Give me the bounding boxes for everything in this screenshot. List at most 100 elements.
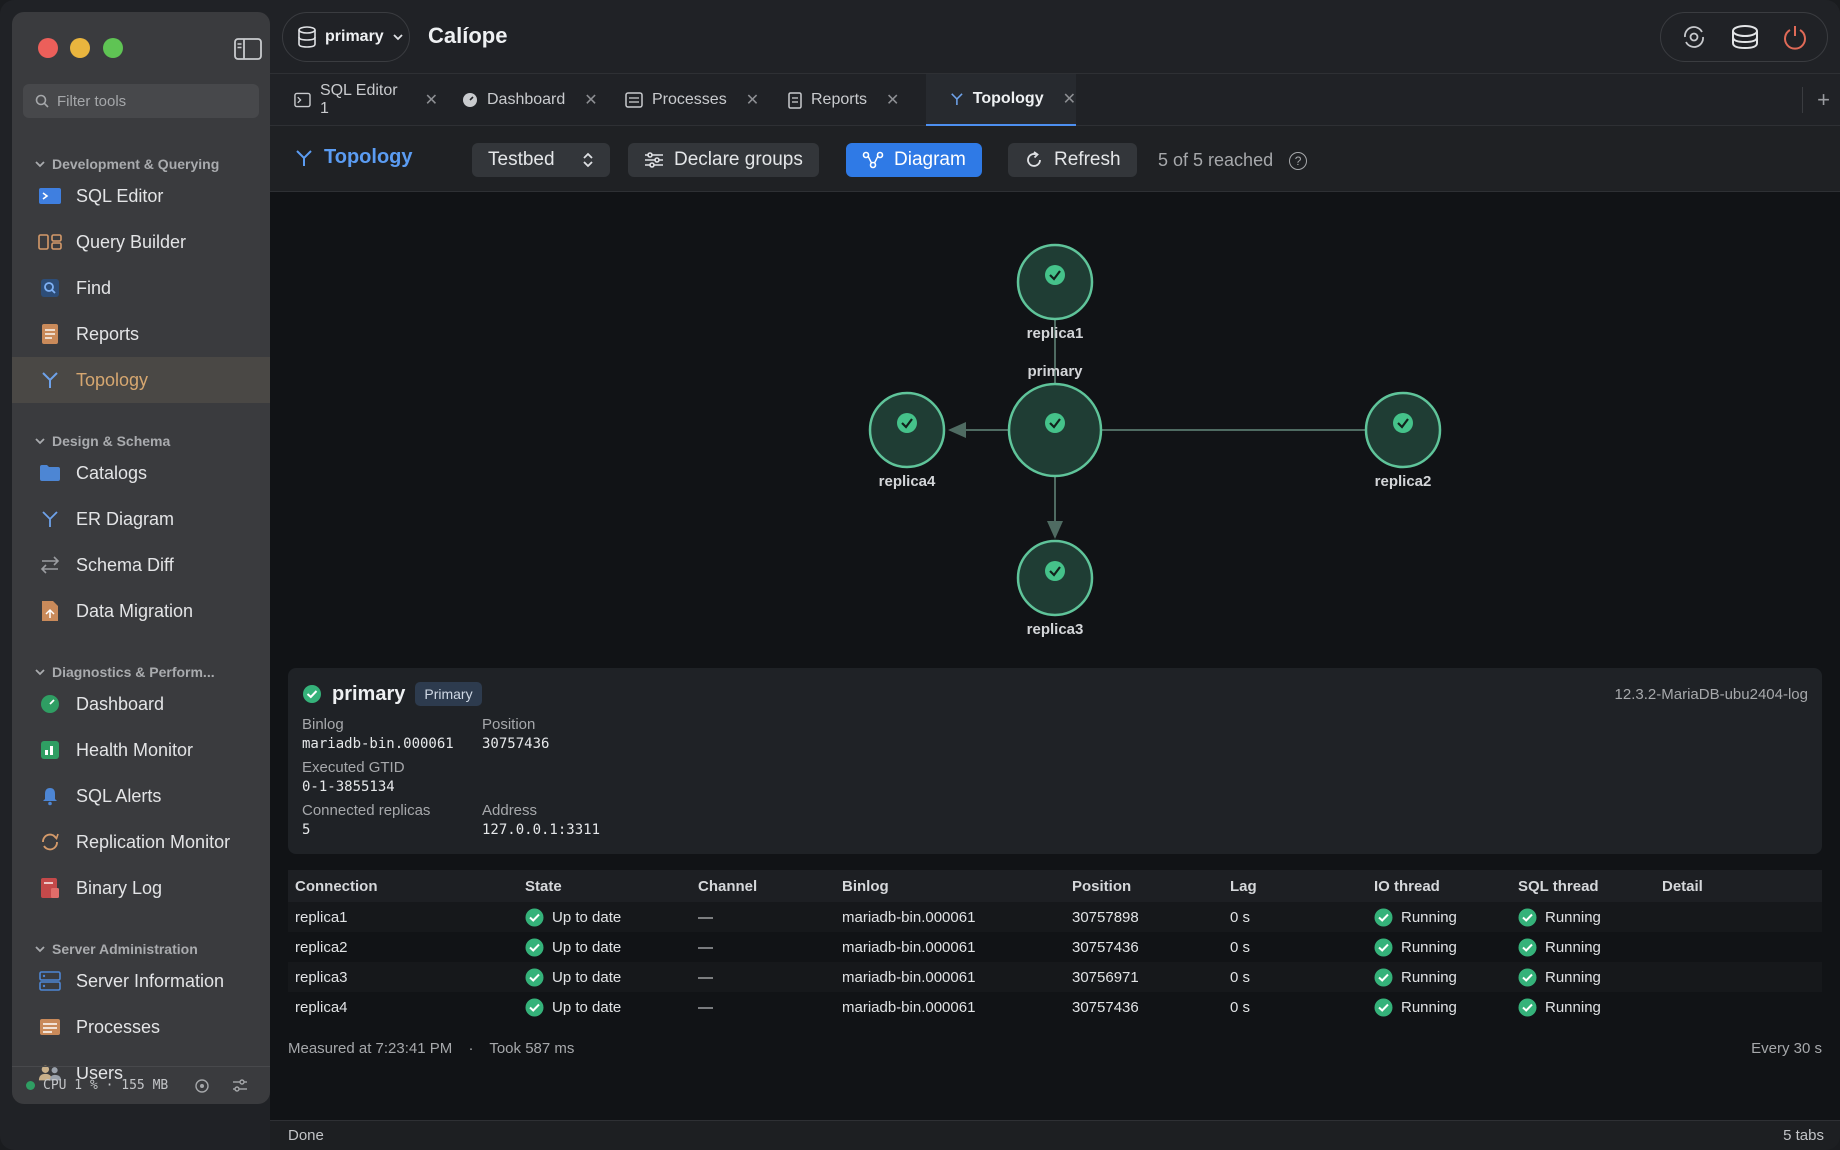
page-title: Topology (294, 146, 413, 169)
sidebar-item-topology[interactable]: Topology (12, 357, 270, 403)
topology-diagram: replica1 primary replica2 replica4 repli… (868, 243, 1442, 638)
sync-settings-icon[interactable] (1680, 23, 1708, 51)
col-sql-thread[interactable]: SQL thread (1518, 878, 1599, 895)
table-row[interactable]: replica4 Up to date — mariadb-bin.000061 307… (288, 992, 1822, 1022)
zoom-window-button[interactable] (103, 38, 123, 58)
address-value: 127.0.0.1:3311 (482, 822, 601, 838)
col-state[interactable]: State (525, 878, 562, 895)
col-position[interactable]: Position (1072, 878, 1131, 895)
table-row[interactable]: replica3 Up to date — mariadb-bin.000061 307… (288, 962, 1822, 992)
declare-groups-button[interactable]: Declare groups (628, 143, 819, 177)
node-label-primary: primary (1027, 363, 1083, 380)
col-channel[interactable]: Channel (698, 878, 757, 895)
help-icon[interactable]: ? (1289, 151, 1308, 170)
new-tab-button[interactable]: + (1802, 87, 1830, 113)
sidebar-item-dashboard[interactable]: Dashboard (12, 681, 270, 727)
node-replica4[interactable]: replica4 (868, 391, 946, 490)
minimize-window-button[interactable] (70, 38, 90, 58)
table-row[interactable]: replica2 Up to date — mariadb-bin.000061 307… (288, 932, 1822, 962)
cell-text: Up to date (552, 938, 622, 956)
gtid-label: Executed GTID (302, 759, 405, 776)
tab-sql-editor-1[interactable]: SQL Editor 1 ✕ (270, 74, 438, 126)
section-diagnostics[interactable]: Diagnostics & Perform... (34, 664, 215, 680)
group-select[interactable]: Testbed (472, 143, 610, 177)
sidebar-item-server-information[interactable]: Server Information (12, 958, 270, 1004)
replicas-table: Connection State Channel Binlog Position… (288, 870, 1822, 1022)
check-circle-icon (1374, 998, 1393, 1016)
section-title: Development & Querying (52, 156, 220, 172)
tab-processes[interactable]: Processes ✕ (601, 74, 764, 126)
table-row[interactable]: replica1 Up to date — mariadb-bin.000061 307… (288, 902, 1822, 932)
section-design-schema[interactable]: Design & Schema (34, 433, 170, 449)
gtid-value: 0-1-3855134 (302, 779, 395, 795)
sidebar-item-label: Binary Log (76, 877, 163, 898)
section-development-querying[interactable]: Development & Querying (34, 156, 219, 172)
sidebar-item-processes[interactable]: Processes (12, 1004, 270, 1050)
connection-selector[interactable]: primary (282, 12, 410, 62)
filter-tools[interactable] (23, 84, 259, 118)
close-window-button[interactable] (38, 38, 58, 58)
col-detail[interactable]: Detail (1662, 878, 1703, 895)
top-toolbar: primary Calíope (270, 0, 1840, 74)
node-label: replica1 (1027, 325, 1084, 342)
declare-groups-label: Declare groups (674, 149, 803, 170)
node-replica1[interactable]: replica1 (1016, 243, 1094, 342)
col-io-thread[interactable]: IO thread (1374, 878, 1440, 895)
sidebar-item-schema-diff[interactable]: Schema Diff (12, 542, 270, 588)
resource-status: CPU 1 % · 155 MB (12, 1066, 270, 1104)
node-replica3[interactable]: replica3 (1016, 539, 1094, 638)
power-icon[interactable] (1782, 23, 1808, 51)
cell-binlog: mariadb-bin.000061 (842, 909, 975, 926)
sidebar-item-binary-log[interactable]: Binary Log (12, 865, 270, 911)
sidebar-item-reports[interactable]: Reports (12, 311, 270, 357)
database-stack-icon[interactable] (1730, 24, 1760, 50)
monitor-eye-icon[interactable] (194, 1078, 210, 1094)
col-lag[interactable]: Lag (1230, 878, 1257, 895)
cell-text: Running (1545, 908, 1601, 926)
cell-state: Up to date (525, 908, 621, 927)
cell-sql-thread: Running (1518, 908, 1601, 927)
tab-topology[interactable]: Topology ✕ (926, 74, 1076, 126)
cell-sql-thread: Running (1518, 938, 1601, 957)
tab-dashboard[interactable]: Dashboard ✕ (438, 74, 601, 126)
filter-tools-input[interactable] (57, 92, 247, 110)
node-primary[interactable] (1007, 382, 1103, 478)
sidebar-item-label: Topology (76, 369, 149, 390)
sidebar-item-catalogs[interactable]: Catalogs (12, 450, 270, 496)
sidebar-item-label: Processes (76, 1016, 161, 1037)
close-tab-icon[interactable]: ✕ (584, 90, 597, 110)
close-tab-icon[interactable]: ✕ (1063, 89, 1076, 109)
diagram-button[interactable]: Diagram (846, 143, 982, 177)
refresh-button[interactable]: Refresh (1008, 143, 1137, 177)
col-binlog[interactable]: Binlog (842, 878, 889, 895)
sidebar-item-sql-editor[interactable]: SQL Editor (12, 173, 270, 219)
sidebar-item-er-diagram[interactable]: ER Diagram (12, 496, 270, 542)
tab-reports[interactable]: Reports ✕ (764, 74, 906, 126)
check-circle-icon (303, 685, 321, 703)
node-replica2[interactable]: replica2 (1364, 391, 1442, 490)
sidebar-item-health-monitor[interactable]: Health Monitor (12, 727, 270, 773)
topology-icon (296, 149, 312, 166)
check-icon (1393, 413, 1413, 433)
chevron-down-icon (393, 34, 403, 41)
sidebar-toggle-icon[interactable] (234, 38, 262, 60)
sidebar-item-find[interactable]: Find (12, 265, 270, 311)
check-circle-icon (525, 908, 544, 926)
sidebar-item-data-migration[interactable]: Data Migration (12, 588, 270, 634)
replication-icon (42, 833, 59, 851)
cell-lag: 0 s (1230, 939, 1250, 956)
sidebar-item-query-builder[interactable]: Query Builder (12, 219, 270, 265)
sliders-icon[interactable] (232, 1078, 248, 1094)
sidebar-item-replication-monitor[interactable]: Replication Monitor (12, 819, 270, 865)
tab-label: SQL Editor 1 (319, 82, 398, 117)
cell-lag: 0 s (1230, 999, 1250, 1016)
data-migration-icon (42, 601, 58, 621)
folder-icon (40, 465, 60, 481)
close-tab-icon[interactable]: ✕ (746, 90, 759, 110)
tab-bar: SQL Editor 1 ✕ Dashboard ✕ Processes ✕ R… (270, 74, 1840, 126)
close-tab-icon[interactable]: ✕ (425, 90, 438, 110)
close-tab-icon[interactable]: ✕ (886, 90, 899, 110)
sidebar-item-sql-alerts[interactable]: SQL Alerts (12, 773, 270, 819)
section-server-administration[interactable]: Server Administration (34, 941, 198, 957)
col-connection[interactable]: Connection (295, 878, 378, 895)
